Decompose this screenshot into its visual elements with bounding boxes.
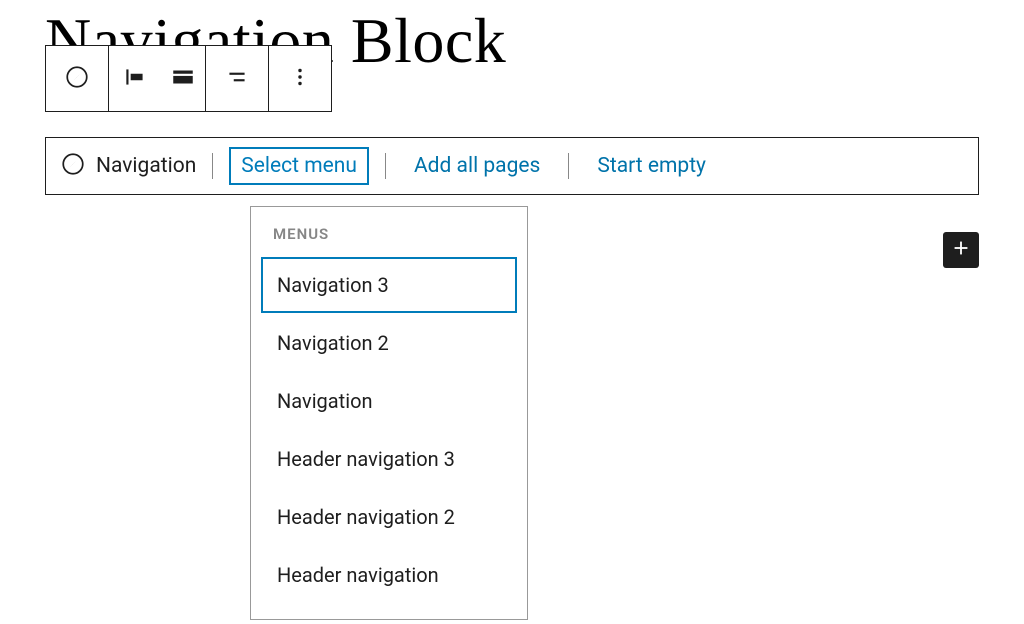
justify-button[interactable] xyxy=(206,46,268,111)
navigation-label: Navigation xyxy=(96,154,196,178)
align-left-icon xyxy=(122,64,148,94)
align-full-button[interactable] xyxy=(161,46,205,111)
justify-icon xyxy=(224,64,250,94)
navigation-block-bar: Navigation Select menu Add all pages Sta… xyxy=(45,137,979,195)
dropdown-header: Menus xyxy=(261,221,517,257)
select-menu-action[interactable]: Select menu xyxy=(229,147,369,185)
more-vertical-icon xyxy=(287,64,313,94)
align-left-button[interactable] xyxy=(109,46,161,111)
compass-icon xyxy=(60,151,86,181)
add-all-pages-action[interactable]: Add all pages xyxy=(402,147,552,185)
menu-option[interactable]: Header navigation 3 xyxy=(261,431,517,487)
separator xyxy=(568,153,569,179)
plus-icon xyxy=(950,237,972,263)
menu-option[interactable]: Header navigation 2 xyxy=(261,489,517,545)
block-toolbar xyxy=(45,45,332,112)
separator xyxy=(212,153,213,179)
compass-icon xyxy=(64,64,90,94)
add-block-button[interactable] xyxy=(943,232,979,268)
start-empty-action[interactable]: Start empty xyxy=(585,147,718,185)
menus-dropdown: Menus Navigation 3 Navigation 2 Navigati… xyxy=(250,206,528,620)
menu-option[interactable]: Header navigation xyxy=(261,547,517,603)
align-full-icon xyxy=(170,64,196,94)
menu-option[interactable]: Navigation xyxy=(261,373,517,429)
menu-option[interactable]: Navigation 2 xyxy=(261,315,517,371)
block-type-button[interactable] xyxy=(46,46,108,111)
separator xyxy=(385,153,386,179)
menu-option[interactable]: Navigation 3 xyxy=(261,257,517,313)
more-options-button[interactable] xyxy=(269,46,331,111)
